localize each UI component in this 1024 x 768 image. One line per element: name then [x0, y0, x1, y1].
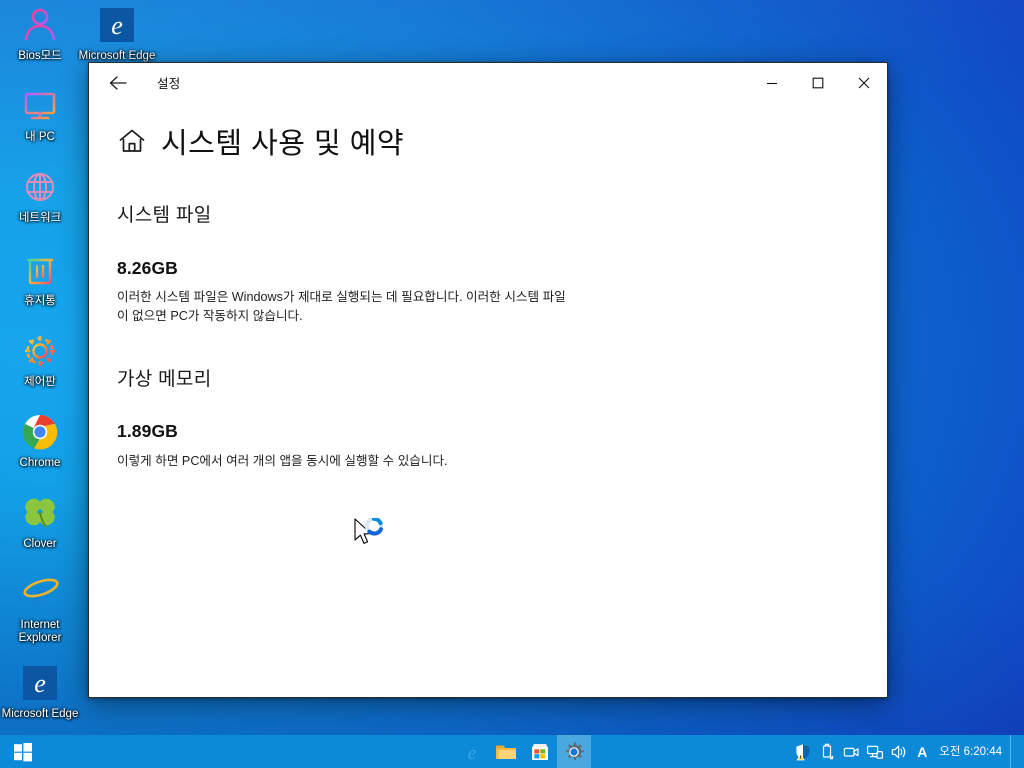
internet-explorer-icon: e	[17, 571, 63, 617]
taskbar-app-edge[interactable]: e	[455, 735, 489, 768]
taskbar-app-file-explorer[interactable]	[489, 735, 523, 768]
taskbar-app-microsoft-store[interactable]	[523, 735, 557, 768]
clock-period: 오전	[939, 745, 961, 758]
settings-content: 시스템 사용 및 예약 시스템 파일 8.26GB 이러한 시스템 파일은 Wi…	[89, 102, 887, 697]
minimize-icon	[767, 82, 777, 84]
network-icon[interactable]	[863, 735, 887, 768]
minimize-button[interactable]	[749, 63, 795, 102]
section-heading: 가상 메모리	[117, 369, 212, 390]
taskbar-app-buttons: e	[455, 735, 591, 768]
desktop-icon-recycle-bin[interactable]: 휴지통	[1, 247, 79, 308]
system-files-size-value: 8.26GB	[117, 258, 178, 278]
desktop-icon-label: Internet Explorer	[18, 619, 62, 644]
desktop-icon-bios-mode[interactable]: Bios모드	[1, 2, 79, 63]
section-heading: 시스템 파일	[117, 205, 212, 226]
page-title: 시스템 사용 및 예약	[161, 128, 405, 160]
maximize-icon	[812, 77, 824, 88]
window-title-bar[interactable]: 설정	[89, 63, 887, 102]
globe-network-icon	[17, 164, 63, 210]
usb-eject-icon[interactable]	[815, 735, 839, 768]
settings-gear-icon	[566, 741, 584, 760]
back-button[interactable]	[97, 67, 139, 99]
recycle-bin-icon	[17, 247, 63, 293]
svg-text:e: e	[111, 11, 123, 40]
monitor-icon	[17, 83, 63, 129]
microsoft-edge-icon: e	[17, 660, 63, 706]
close-icon	[858, 77, 870, 88]
desktop-icon-microsoft-edge-top[interactable]: e Microsoft Edge	[78, 2, 156, 63]
window-controls	[749, 63, 887, 102]
desktop-icon-label: Microsoft Edge	[1, 708, 79, 720]
svg-text:e: e	[34, 669, 46, 698]
desktop-icon-label: Clover	[23, 538, 57, 550]
speaker-volume-icon[interactable]	[887, 735, 911, 768]
clock[interactable]: 오전 6:20:44	[933, 745, 1010, 759]
camera-icon[interactable]	[839, 735, 863, 768]
section-system-files: 시스템 파일 8.26GB 이러한 시스템 파일은 Windows가 제대로 실…	[117, 200, 887, 326]
clover-leaf-icon	[17, 490, 63, 536]
settings-window[interactable]: 설정 시스템 사용 및 예약 시스템 파일 8.26GB 이러한 시스템 파일은…	[88, 62, 888, 698]
system-files-description: 이러한 시스템 파일은 Windows가 제대로 실행되는 데 필요합니다. 이…	[117, 290, 566, 323]
close-button[interactable]	[841, 63, 887, 102]
svg-text:e: e	[468, 743, 476, 763]
home-icon[interactable]	[117, 126, 147, 156]
taskbar-app-settings[interactable]	[557, 735, 591, 768]
desktop-icon-label: 제어판	[24, 376, 56, 388]
desktop-icon-internet-explorer[interactable]: e Internet Explorer	[1, 571, 79, 645]
desktop-icon-microsoft-edge[interactable]: e Microsoft Edge	[1, 660, 79, 721]
file-explorer-icon	[496, 745, 516, 759]
desktop-icon-chrome[interactable]: Chrome	[1, 409, 79, 470]
gear-control-panel-icon	[17, 328, 63, 374]
chrome-icon	[17, 409, 63, 455]
desktop-icon-label: 휴지통	[24, 295, 56, 307]
maximize-button[interactable]	[795, 63, 841, 102]
edge-icon: e	[468, 743, 476, 763]
microsoft-edge-icon: e	[94, 2, 140, 48]
desktop-icon-my-pc[interactable]: 내 PC	[1, 83, 79, 144]
desktop-icon-control-panel[interactable]: 제어판	[1, 328, 79, 389]
system-tray: A 오전 6:20:44	[791, 735, 1024, 768]
window-title: 설정	[157, 77, 181, 91]
ime-indicator[interactable]: A	[911, 735, 933, 768]
clock-time: 6:20:44	[963, 745, 1002, 758]
windows-logo-icon	[14, 742, 32, 761]
desktop-icon-label: 내 PC	[25, 131, 55, 143]
store-icon	[532, 744, 548, 760]
desktop-icon-label: 네트워크	[18, 212, 62, 224]
section-virtual-memory: 가상 메모리 1.89GB 이렇게 하면 PC에서 여러 개의 앱을 동시에 실…	[117, 364, 887, 471]
desktop-icon-label: Chrome	[19, 457, 61, 469]
desktop-icon-label: Bios모드	[18, 50, 62, 62]
virtual-memory-description: 이렇게 하면 PC에서 여러 개의 앱을 동시에 실행할 수 있습니다.	[117, 454, 448, 468]
start-button[interactable]	[0, 735, 46, 768]
taskbar[interactable]: e A 오전 6:20:44	[0, 735, 1024, 768]
desktop-icon-clover[interactable]: Clover	[1, 490, 79, 551]
security-shield-warning-icon[interactable]	[791, 735, 815, 768]
desktop-icon-network[interactable]: 네트워크	[1, 164, 79, 225]
back-arrow-icon	[109, 75, 127, 90]
virtual-memory-size-value: 1.89GB	[117, 421, 178, 441]
page-header: 시스템 사용 및 예약	[117, 120, 887, 162]
user-person-icon	[17, 2, 63, 48]
show-desktop-button[interactable]	[1010, 735, 1016, 768]
